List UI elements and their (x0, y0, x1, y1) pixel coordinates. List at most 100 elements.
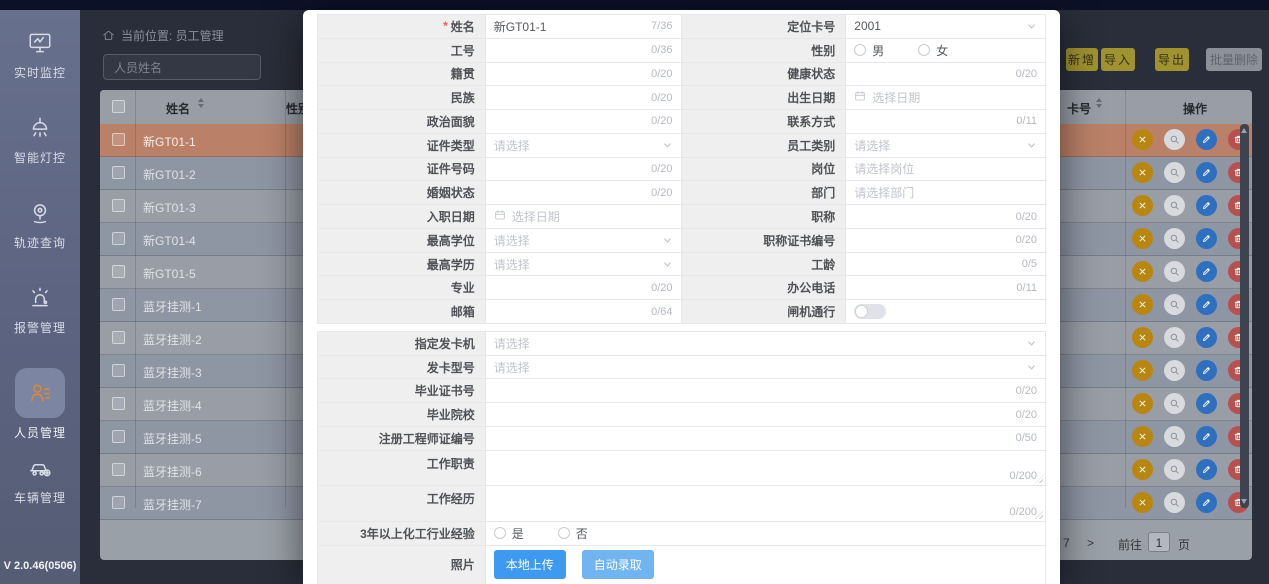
x-circle-button[interactable] (1132, 492, 1153, 513)
row-checkbox[interactable] (112, 166, 125, 179)
table-scrollbar[interactable] (1240, 124, 1249, 508)
sort-caret-icon[interactable] (1096, 98, 1102, 108)
search-input[interactable]: 人员姓名 (103, 54, 261, 80)
radio-女[interactable]: 女 (918, 42, 948, 59)
search-button[interactable] (1164, 492, 1185, 513)
field-card-issuer[interactable]: 请选择 (486, 332, 1046, 355)
field-health-status[interactable]: 0/20 (846, 63, 1046, 86)
field-post[interactable]: 请选择岗位 (846, 158, 1046, 181)
field-name[interactable]: 新GT01-17/36 (486, 15, 682, 38)
field-title-cert-no[interactable]: 0/20 (846, 229, 1046, 252)
x-circle-button[interactable] (1132, 228, 1153, 249)
field-birth-date[interactable]: 选择日期 (846, 86, 1046, 109)
add-button[interactable]: 新增 (1066, 48, 1098, 71)
field-political-status[interactable]: 0/20 (486, 110, 682, 133)
search-button[interactable] (1164, 459, 1185, 480)
local-upload-button[interactable]: 本地上传 (494, 550, 566, 579)
search-button[interactable] (1164, 327, 1185, 348)
row-checkbox[interactable] (112, 232, 125, 245)
field-department[interactable]: 请选择部门 (846, 181, 1046, 204)
export-button[interactable]: 导出 (1155, 48, 1189, 71)
x-circle-button[interactable] (1132, 129, 1153, 150)
edit-button[interactable] (1196, 426, 1217, 447)
field-native-place[interactable]: 0/20 (486, 63, 682, 86)
sidebar-item-personnel-management[interactable]: 人员管理 (0, 368, 80, 453)
field-title[interactable]: 0/20 (846, 205, 1046, 228)
edit-button[interactable] (1196, 228, 1217, 249)
edit-button[interactable] (1196, 162, 1217, 183)
next-page-icon[interactable]: > (1087, 536, 1094, 550)
sidebar-item-realtime-monitor[interactable]: 实时监控 (0, 28, 80, 113)
page-number-7[interactable]: 7 (1063, 536, 1070, 550)
radio-否[interactable]: 否 (558, 525, 588, 542)
toggle-switch[interactable] (854, 304, 886, 319)
search-button[interactable] (1164, 261, 1185, 282)
sort-caret-icon[interactable] (198, 98, 204, 108)
select-all-checkbox[interactable] (112, 100, 125, 113)
edit-button[interactable] (1196, 195, 1217, 216)
field-job-duty[interactable]: 0/200 (486, 451, 1046, 486)
batch-delete-button[interactable]: 批量删除 (1206, 48, 1262, 71)
field-graduate-school[interactable]: 0/20 (486, 403, 1046, 426)
field-service-years[interactable]: 0/5 (846, 253, 1046, 276)
x-circle-button[interactable] (1132, 261, 1153, 282)
row-checkbox[interactable] (112, 298, 125, 311)
edit-button[interactable] (1196, 294, 1217, 315)
search-button[interactable] (1164, 426, 1185, 447)
field-registered-engineer-no[interactable]: 0/50 (486, 427, 1046, 450)
search-button[interactable] (1164, 393, 1185, 414)
search-button[interactable] (1164, 195, 1185, 216)
field-marital-status[interactable]: 0/20 (486, 181, 682, 204)
field-chem-experience[interactable]: 是否 (486, 522, 1046, 545)
search-button[interactable] (1164, 162, 1185, 183)
edit-button[interactable] (1196, 360, 1217, 381)
x-circle-button[interactable] (1132, 426, 1153, 447)
row-checkbox[interactable] (112, 463, 125, 476)
field-card-model[interactable]: 请选择 (486, 356, 1046, 379)
x-circle-button[interactable] (1132, 459, 1153, 480)
radio-是[interactable]: 是 (494, 525, 524, 542)
edit-button[interactable] (1196, 459, 1217, 480)
sidebar-item-track-query[interactable]: 轨迹查询 (0, 198, 80, 283)
search-button[interactable] (1164, 129, 1185, 150)
auto-capture-button[interactable]: 自动录取 (582, 550, 654, 579)
row-checkbox[interactable] (112, 199, 125, 212)
row-checkbox[interactable] (112, 496, 125, 509)
field-office-phone[interactable]: 0/11 (846, 276, 1046, 299)
edit-button[interactable] (1196, 393, 1217, 414)
edit-button[interactable] (1196, 129, 1217, 150)
edit-button[interactable] (1196, 327, 1217, 348)
field-work-experience[interactable]: 0/200 (486, 486, 1046, 521)
x-circle-button[interactable] (1132, 195, 1153, 216)
x-circle-button[interactable] (1132, 393, 1153, 414)
x-circle-button[interactable] (1132, 360, 1153, 381)
sidebar-item-vehicle-management[interactable]: 车辆管理 (0, 453, 80, 538)
field-email[interactable]: 0/64 (486, 300, 682, 323)
row-checkbox[interactable] (112, 265, 125, 278)
row-checkbox[interactable] (112, 397, 125, 410)
edit-button[interactable] (1196, 261, 1217, 282)
field-hire-date[interactable]: 选择日期 (486, 205, 682, 228)
search-button[interactable] (1164, 228, 1185, 249)
field-highest-education[interactable]: 请选择 (486, 253, 682, 276)
field-id-type[interactable]: 请选择 (486, 134, 682, 157)
row-checkbox[interactable] (112, 430, 125, 443)
search-button[interactable] (1164, 360, 1185, 381)
field-ethnicity[interactable]: 0/20 (486, 86, 682, 109)
field-photo[interactable]: 本地上传自动录取 (486, 546, 1046, 584)
field-contact[interactable]: 0/11 (846, 110, 1046, 133)
sidebar-item-alarm-management[interactable]: 报警管理 (0, 283, 80, 368)
import-button[interactable]: 导入 (1101, 48, 1135, 71)
sidebar-item-smart-light[interactable]: 智能灯控 (0, 113, 80, 198)
field-major[interactable]: 0/20 (486, 276, 682, 299)
field-gate-access[interactable] (846, 300, 1046, 323)
field-highest-degree[interactable]: 请选择 (486, 229, 682, 252)
radio-男[interactable]: 男 (854, 42, 884, 59)
row-checkbox[interactable] (112, 331, 125, 344)
field-diploma-no[interactable]: 0/20 (486, 379, 1046, 402)
field-gender[interactable]: 男女 (846, 39, 1046, 62)
field-employee-category[interactable]: 请选择 (846, 134, 1046, 157)
edit-button[interactable] (1196, 492, 1217, 513)
search-button[interactable] (1164, 294, 1185, 315)
field-employee-no[interactable]: 0/36 (486, 39, 682, 62)
